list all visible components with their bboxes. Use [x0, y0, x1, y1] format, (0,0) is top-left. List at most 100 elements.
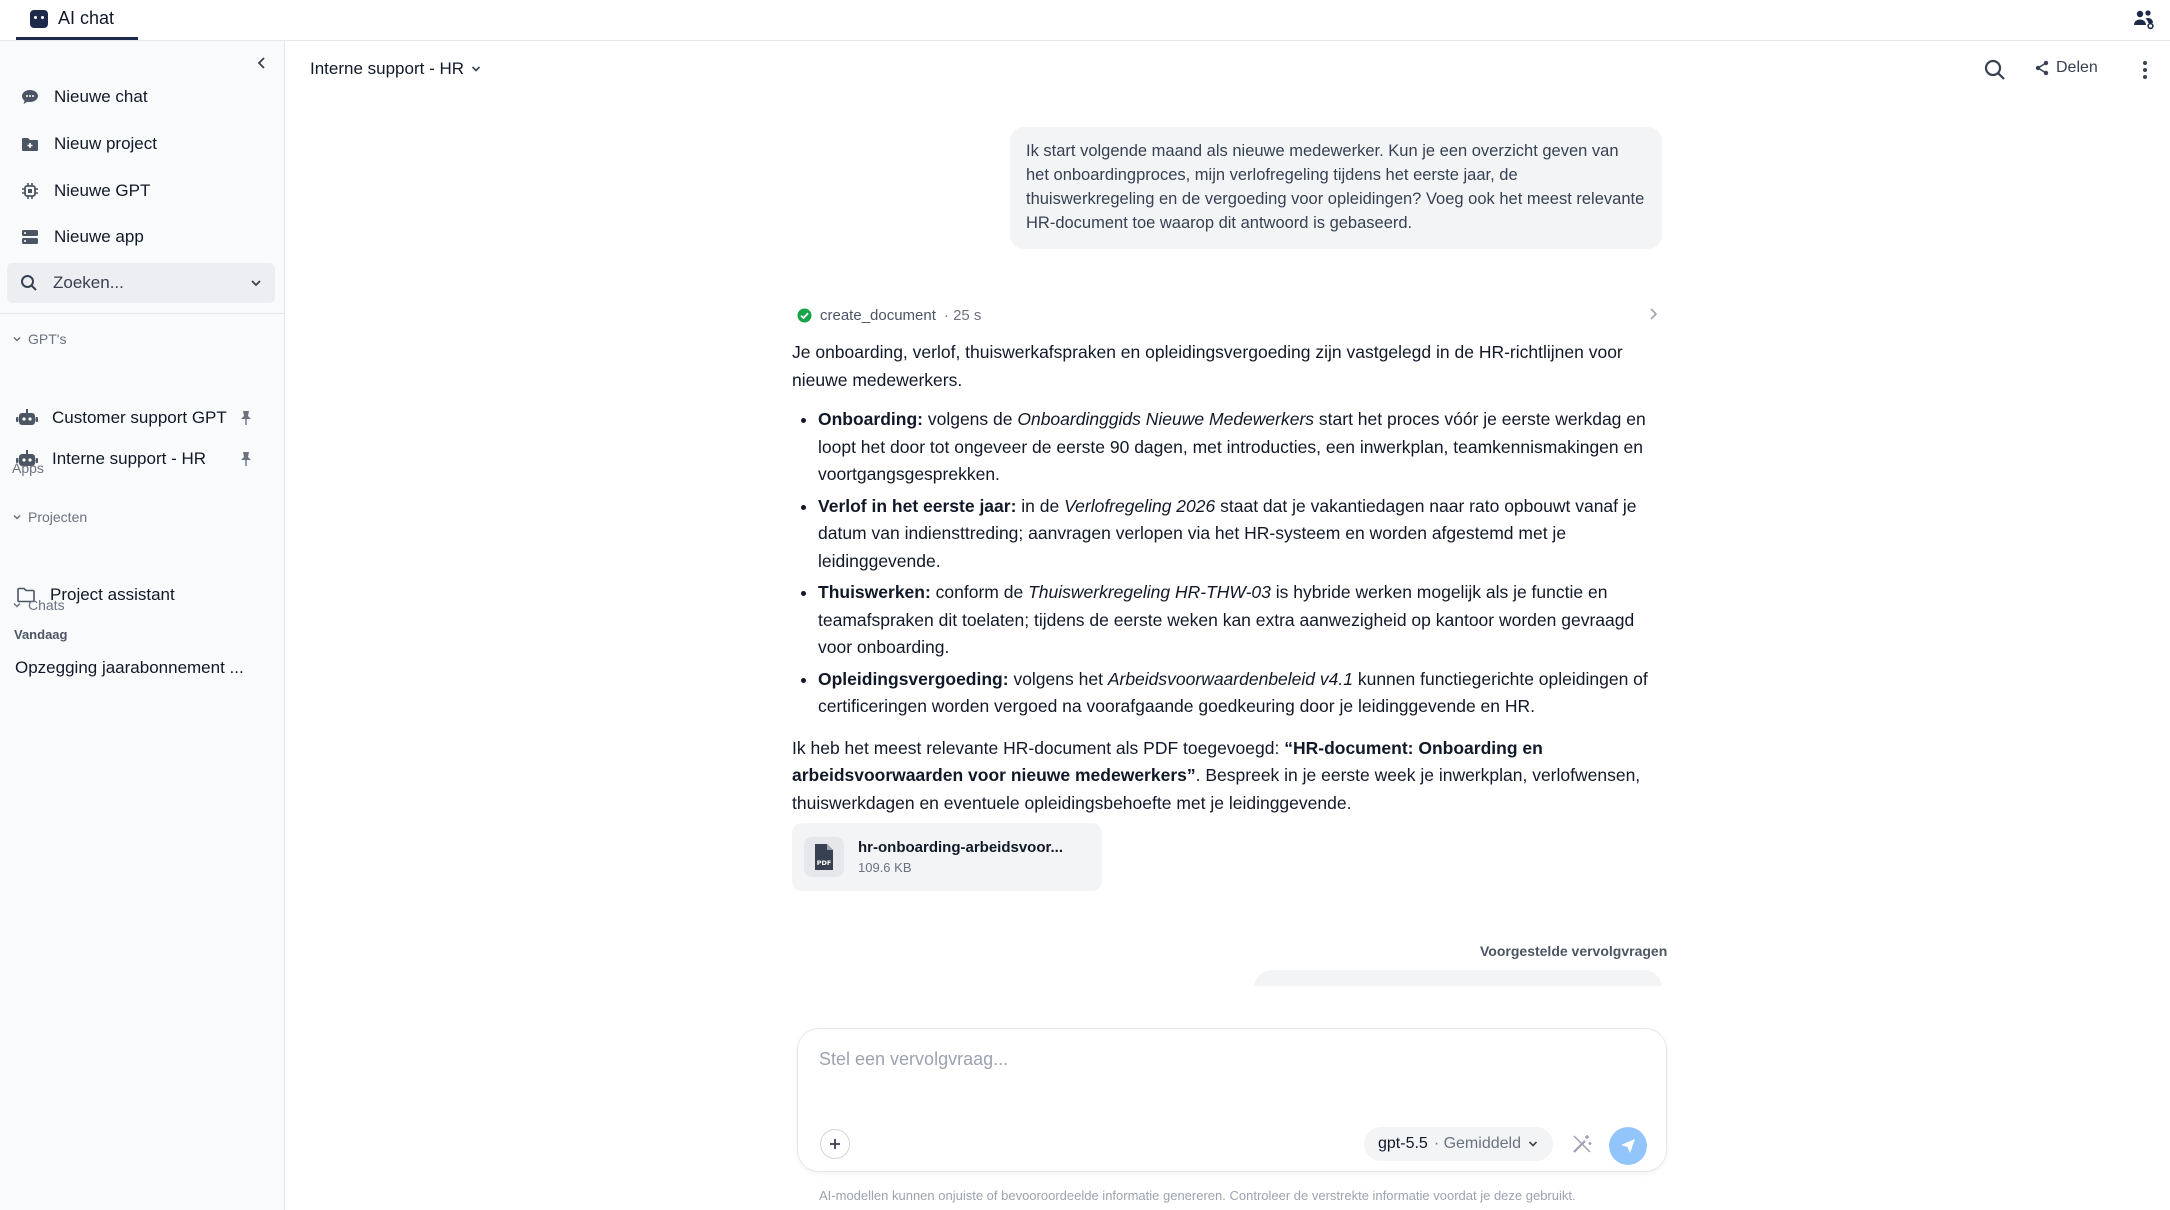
model-name: gpt-5.5	[1378, 1135, 1428, 1152]
bullet-text: in de	[1016, 495, 1065, 516]
chats-section-toggle[interactable]: Chats	[12, 597, 65, 613]
gpts-section-label: GPT's	[28, 331, 67, 347]
bullet-text: conform de	[930, 582, 1029, 602]
pdf-label: PDF	[817, 859, 832, 867]
model-mode: · Gemiddeld	[1433, 1135, 1521, 1152]
content-fade	[286, 986, 2170, 1026]
sidebar-divider	[0, 313, 285, 314]
attachment-info: hr-onboarding-arbeidsvoor... 109.6 KB	[858, 839, 1063, 875]
list-item: Onboarding: volgens de Onboardinggids Ni…	[818, 406, 1662, 489]
chevron-down-icon	[13, 514, 21, 520]
attachment-name: hr-onboarding-arbeidsvoor...	[858, 839, 1064, 856]
tool-duration: · 25 s	[943, 306, 982, 324]
search-icon[interactable]	[1982, 57, 2008, 83]
new-chat-button[interactable]: Nieuwe chat	[8, 77, 276, 117]
pin-icon[interactable]	[240, 410, 252, 426]
project-label: Project assistant	[50, 585, 175, 604]
assistant-message: Je onboarding, verlof, thuiswerkafsprake…	[792, 339, 1662, 829]
model-selector[interactable]: gpt-5.5 · Gemiddeld	[1364, 1127, 1553, 1161]
cpu-icon	[22, 183, 38, 199]
share-label: Delen	[2056, 59, 2098, 76]
users-settings-icon[interactable]	[2132, 7, 2156, 31]
chevron-down-icon	[471, 66, 481, 72]
chevron-down-icon	[13, 602, 21, 608]
new-gpt-button[interactable]: Nieuwe GPT	[8, 171, 276, 211]
tab-ai-chat[interactable]: AI chat	[16, 0, 139, 40]
bullet-reference: Onboardinggids Nieuwe Medewerkers	[1017, 409, 1315, 429]
gpt-label: Customer support GPT	[52, 408, 227, 427]
share-button[interactable]: Delen	[2034, 59, 2098, 77]
new-project-label: Nieuw project	[54, 134, 157, 153]
user-message: Ik start volgende maand als nieuwe medew…	[1010, 127, 1662, 249]
answer-list: Onboarding: volgens de Onboardinggids Ni…	[792, 406, 1662, 721]
projects-section-label: Projecten	[28, 509, 88, 525]
gpt-selector[interactable]: Interne support - HR	[310, 59, 482, 79]
more-vertical-icon[interactable]	[2132, 57, 2158, 83]
pdf-file-icon: PDF	[804, 837, 844, 877]
tool-call-row[interactable]: create_document · 25 s	[797, 304, 1659, 326]
gpts-section-toggle[interactable]: GPT's	[12, 331, 66, 347]
new-project-button[interactable]: Nieuw project	[8, 124, 276, 164]
bullet-heading: Verlof in het eerste jaar:	[818, 495, 1017, 516]
server-icon	[22, 230, 38, 244]
new-app-label: Nieuwe app	[54, 227, 144, 246]
list-item: Verlof in het eerste jaar: in de Verlofr…	[818, 493, 1662, 576]
search-icon	[21, 275, 37, 291]
closing-text: Ik heb het meest relevante HR-document a…	[792, 737, 1285, 758]
list-item: Thuiswerken: conform de Thuiswerkregelin…	[818, 579, 1662, 662]
chevron-down-icon	[1528, 1141, 1538, 1147]
attachment-card[interactable]: PDF hr-onboarding-arbeidsvoor... 109.6 K…	[792, 823, 1102, 891]
add-attachment-button[interactable]	[820, 1129, 850, 1159]
list-item: Opleidingsvergoeding: volgens het Arbeid…	[818, 666, 1662, 721]
plus-icon	[830, 1139, 840, 1149]
composer-input[interactable]: Stel een vervolgvraag...	[819, 1049, 1008, 1070]
sidebar-chat-item[interactable]: Opzegging jaarabonnement ...	[15, 658, 244, 678]
apps-section-label: Apps	[12, 460, 44, 476]
chat-header: Interne support - HR Delen	[286, 41, 2170, 99]
search-placeholder: Zoeken...	[53, 273, 124, 292]
new-chat-label: Nieuwe chat	[54, 87, 148, 106]
send-icon	[1621, 1139, 1635, 1153]
folder-plus-icon	[22, 138, 38, 151]
sidebar-search[interactable]: Zoeken...	[7, 263, 275, 303]
chevron-down-icon	[13, 336, 21, 342]
robot-icon	[16, 409, 38, 425]
new-gpt-label: Nieuwe GPT	[54, 181, 151, 200]
pin-icon[interactable]	[240, 451, 252, 467]
composer[interactable]: Stel een vervolgvraag... gpt-5.5 · Gemid…	[797, 1028, 1667, 1172]
chat-bubble-icon	[22, 90, 38, 104]
today-group-label: Vandaag	[14, 627, 68, 642]
bullet-heading: Thuiswerken:	[818, 582, 931, 602]
tab-label: AI chat	[58, 8, 115, 28]
chats-section-label: Chats	[28, 597, 65, 613]
suggestions-label: Voorgestelde vervolgvragen	[1480, 943, 1668, 959]
share-icon	[2035, 60, 2049, 76]
new-app-button[interactable]: Nieuwe app	[8, 217, 276, 257]
bullet-reference: Verlofregeling 2026	[1064, 495, 1216, 516]
bullet-reference: Thuiswerkregeling HR-THW-03	[1028, 582, 1271, 602]
tool-name: create_document	[820, 306, 936, 324]
attachment-size: 109.6 KB	[858, 860, 912, 875]
bullet-text: volgens de	[922, 409, 1018, 429]
disclaimer: AI-modellen kunnen onjuiste of bevooroor…	[819, 1188, 1576, 1203]
sidebar-gpt-customer-support[interactable]: Customer support GPT	[8, 399, 276, 437]
magic-wand-icon[interactable]	[1570, 1132, 1594, 1156]
chevron-down-icon[interactable]	[249, 276, 263, 290]
top-tab-bar: AI chat	[0, 0, 2170, 41]
bullet-reference: Arbeidsvoorwaardenbeleid v4.1	[1107, 668, 1353, 689]
chevron-right-icon	[1650, 308, 1658, 320]
bullet-text: volgens het	[1008, 668, 1108, 689]
sidebar-gpt-internal-hr[interactable]: Interne support - HR	[8, 440, 276, 478]
answer-intro: Je onboarding, verlof, thuiswerkafsprake…	[792, 342, 1623, 390]
page-title: Interne support - HR	[310, 59, 465, 78]
gpt-label: Interne support - HR	[52, 449, 207, 468]
apps-label: Apps	[12, 460, 44, 476]
sidebar: Nieuwe chat Nieuw project Nieuwe GPT Nie…	[0, 41, 285, 1210]
projects-section-toggle[interactable]: Projecten	[12, 509, 87, 525]
bullet-heading: Onboarding:	[818, 409, 923, 429]
answer-closing: Ik heb het meest relevante HR-document a…	[792, 735, 1662, 818]
collapse-sidebar-button[interactable]	[250, 51, 274, 75]
check-circle-icon	[797, 308, 812, 322]
send-button[interactable]	[1609, 1127, 1647, 1165]
robot-icon	[30, 9, 48, 28]
